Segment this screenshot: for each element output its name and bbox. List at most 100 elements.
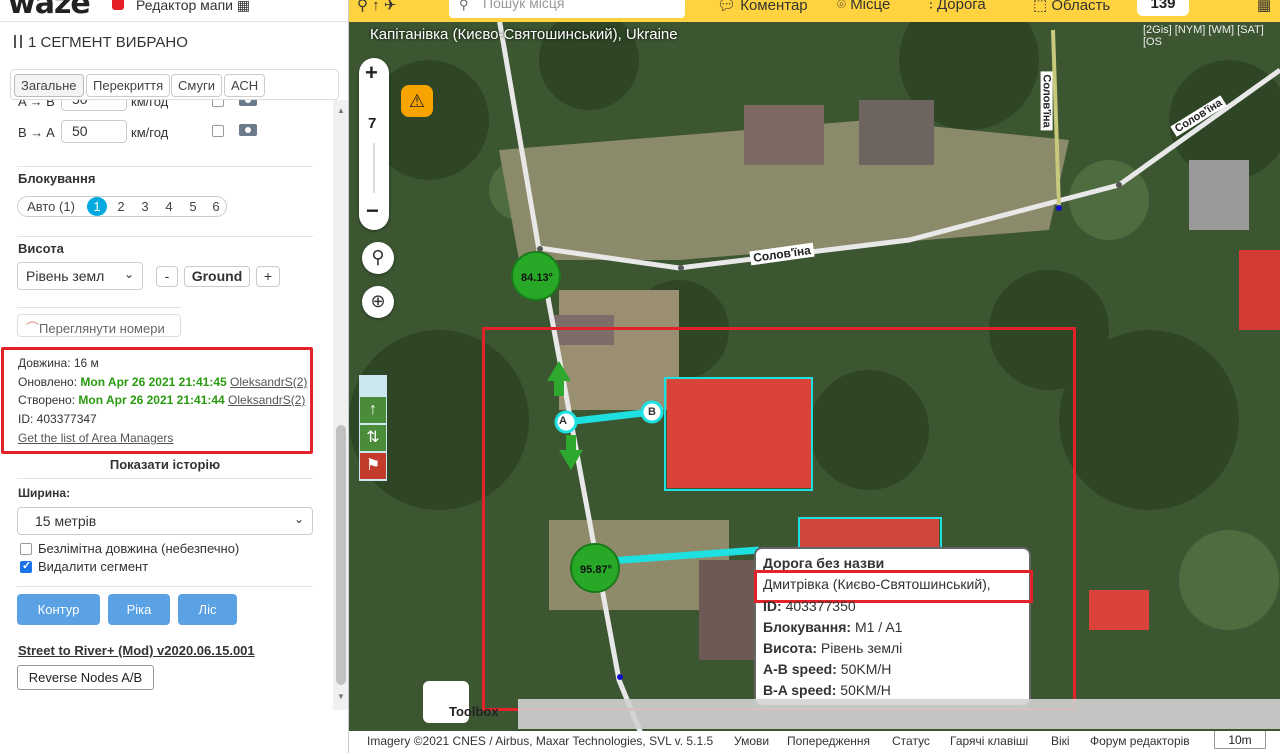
forum-link[interactable]: Форум редакторів	[1090, 734, 1190, 748]
speed-camera-icon[interactable]	[239, 100, 257, 106]
scroll-thumb[interactable]	[336, 425, 346, 685]
zoom-out-button[interactable]: −	[366, 198, 379, 224]
lock-level-4[interactable]: 4	[159, 197, 179, 216]
wiki-link[interactable]: Вікі	[1051, 734, 1070, 748]
terms-link[interactable]: Умови	[734, 734, 769, 748]
scroll-down-arrow-icon[interactable]: ▼	[337, 692, 345, 701]
notification-count-badge[interactable]: 139	[1137, 0, 1189, 16]
forest-button[interactable]: Ліс	[178, 594, 237, 625]
imagery-layer-links[interactable]: [2Gis] [NYM] [WM] [SAT] [OS	[1143, 24, 1280, 48]
created-label: Створено:	[18, 393, 76, 407]
brand-bar: waze Редактор мапи ▦	[0, 0, 348, 22]
save-icon[interactable]: ▦	[1257, 0, 1271, 14]
zoom-slider[interactable]	[373, 143, 375, 193]
draw-tools-icon[interactable]: ⚲ ↑ ✈	[357, 0, 396, 14]
width-select[interactable]: 15 метрів ⌄	[17, 507, 313, 535]
search-placeholder: Пошук місця	[483, 0, 565, 11]
scroll-up-arrow-icon[interactable]: ▲	[337, 106, 345, 115]
popup-ba-line: B-A speed: 50KM/H	[763, 682, 891, 698]
speed-ab-input[interactable]: 50	[61, 100, 127, 111]
status-link[interactable]: Статус	[892, 734, 930, 748]
area-managers-link[interactable]: Get the list of Area Managers	[18, 431, 173, 445]
toolbox-label[interactable]: Toolbox	[449, 704, 499, 719]
waze-logo-mark	[112, 0, 124, 10]
created-user-link[interactable]: OleksandrS(2)	[228, 393, 305, 407]
lock-level-1[interactable]: 1	[87, 197, 107, 216]
speed-camera-icon[interactable]	[239, 124, 257, 136]
area-button[interactable]: ⬚ Область	[1033, 0, 1110, 14]
script-title-link[interactable]: Street to River+ (Mod) v2020.06.15.001	[18, 643, 255, 658]
tab-general[interactable]: Загальне	[14, 74, 84, 97]
speed-ba-input[interactable]: 50	[61, 120, 127, 143]
comment-button[interactable]: 💬︎ Коментар	[717, 0, 808, 14]
popup-lock-label: Блокування:	[763, 619, 852, 635]
lock-level-2[interactable]: 2	[111, 197, 131, 216]
place-search[interactable]: ⚲ Пошук місця	[449, 0, 685, 18]
zoom-control: + 7 −	[359, 58, 389, 230]
waze-logo[interactable]: waze	[8, 0, 91, 21]
popup-ba-value: 50KM/H	[840, 682, 891, 698]
tab-closures[interactable]: Перекриття	[86, 74, 171, 97]
view-house-numbers-button[interactable]: ⌒Переглянути номери	[17, 314, 181, 337]
unlimited-length-checkbox[interactable]	[20, 543, 32, 555]
tab-ash[interactable]: АСН	[224, 74, 266, 97]
river-button[interactable]: Ріка	[108, 594, 170, 625]
width-select-value: 15 метрів	[35, 513, 97, 529]
lock-level-5[interactable]: 5	[183, 197, 203, 216]
toolbox-strip	[518, 699, 1280, 729]
popup-title: Дорога без назви	[763, 555, 885, 571]
sidebar-scrollbar[interactable]: ▲ ▼	[333, 100, 348, 710]
unlimited-length-option[interactable]: Безлімітна довжина (небезпечно)	[20, 541, 239, 556]
chevron-down-icon: ⌄	[293, 512, 304, 526]
zoom-level: 7	[368, 115, 377, 132]
junction-angle-1[interactable]: 84.13°	[515, 272, 559, 284]
place-button[interactable]: ⌾ Місце	[837, 0, 890, 13]
reverse-nodes-button[interactable]: Reverse Nodes A/B	[17, 665, 154, 690]
elevation-plus-button[interactable]: +	[256, 266, 280, 287]
street-view-button[interactable]: ⚲	[362, 242, 394, 274]
pedestrian-icon[interactable]: ⚑	[360, 453, 386, 479]
popup-lock-value: M1 / A1	[854, 619, 903, 635]
lock-auto-option[interactable]: Авто (1)	[24, 197, 78, 216]
tab-lanes[interactable]: Смуги	[171, 74, 222, 97]
segment-id: ID: 403377347	[18, 412, 97, 426]
speed-ab-verified-checkbox[interactable]	[212, 100, 224, 107]
lock-level-selector: Авто (1) 1 2 3 4 5 6	[17, 196, 227, 217]
turn-arrow-icon[interactable]: ↑	[360, 397, 386, 423]
divider	[17, 236, 313, 237]
zoom-in-button[interactable]: +	[365, 60, 378, 86]
contour-button[interactable]: Контур	[17, 594, 100, 625]
delete-segment-checkbox[interactable]	[20, 559, 32, 573]
hotkeys-link[interactable]: Гарячі клавіші	[950, 734, 1028, 748]
lock-level-6[interactable]: 6	[206, 197, 226, 216]
locate-me-button[interactable]: ⊕	[362, 286, 394, 318]
popup-ab-line: A-B speed: 50KM/H	[763, 661, 891, 677]
segment-icon	[14, 35, 22, 48]
speed-ba-label: B → A	[18, 125, 55, 140]
unlimited-length-label: Безлімітна довжина (небезпечно)	[38, 541, 240, 556]
elevation-minus-button[interactable]: -	[156, 266, 178, 287]
delete-segment-option[interactable]: Видалити сегмент	[20, 559, 148, 574]
divider	[17, 586, 313, 587]
warnings-link[interactable]: Попередження	[787, 734, 870, 748]
segment-hover-popup: Дорога без назви Дмитрівка (Києво-Святош…	[754, 547, 1033, 707]
speed-ba-verified-checkbox[interactable]	[212, 125, 224, 137]
show-history-link[interactable]: Показати історію	[0, 457, 330, 472]
issues-warning-button[interactable]: ⚠	[401, 85, 433, 117]
road-button[interactable]: ⫶ Дорога	[929, 0, 986, 13]
place-pin-icon: ⌾	[837, 0, 847, 13]
turn-arrow-icon[interactable]: ⇅	[360, 425, 386, 451]
elevation-select[interactable]: Рівень земл ⌄	[17, 262, 143, 290]
updated-user-link[interactable]: OleksandrS(2)	[230, 375, 307, 389]
divider	[17, 166, 313, 167]
crosshair-icon: ⊕	[370, 291, 386, 311]
speed-ab-unit: км/год	[131, 100, 169, 109]
speed-ab-label: A → B	[18, 100, 55, 109]
road-label: Дорога	[936, 0, 986, 13]
updated-date: Mon Apr 26 2021 21:41:45	[80, 375, 227, 389]
lock-level-3[interactable]: 3	[135, 197, 155, 216]
popup-ab-value: 50KM/H	[840, 661, 892, 677]
popup-lock-line: Блокування: M1 / A1	[763, 619, 902, 635]
street-label-soloviina[interactable]: Солов'їна	[1040, 71, 1053, 131]
popup-ba-label: B-A speed:	[763, 682, 837, 698]
